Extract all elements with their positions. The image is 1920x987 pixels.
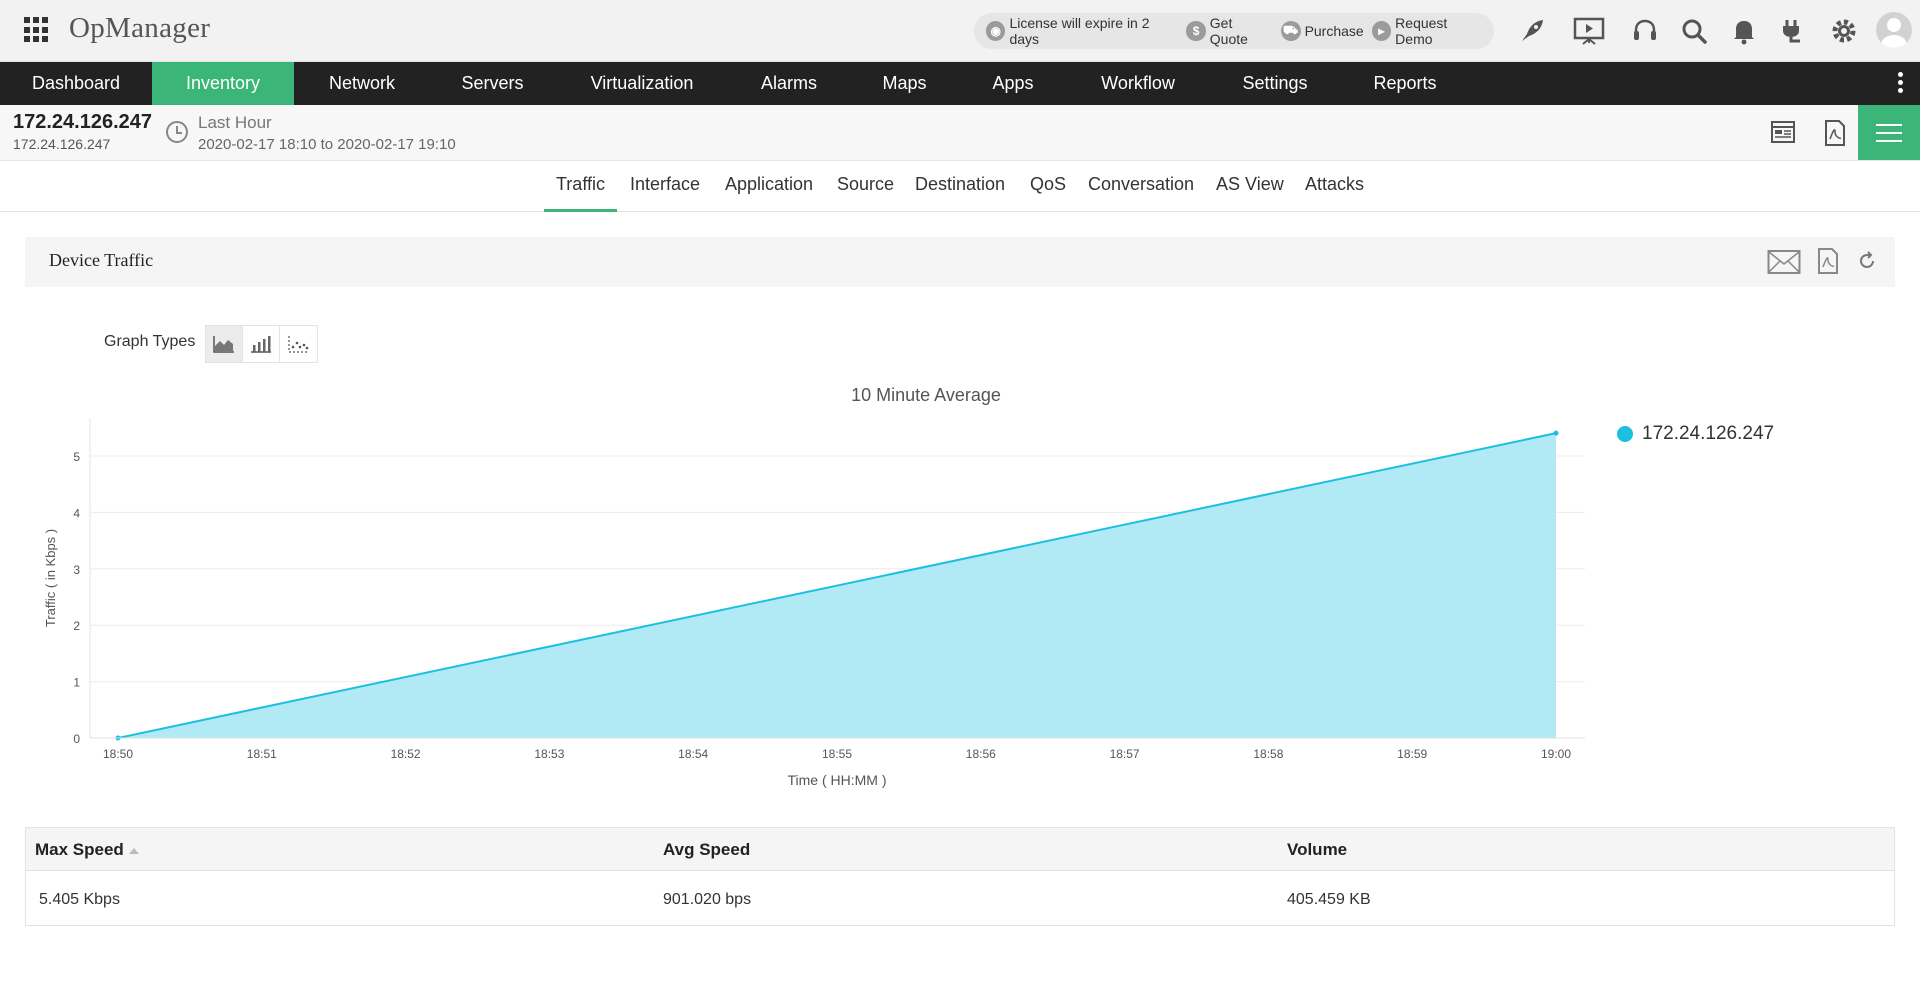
get-quote-text: Get Quote (1209, 15, 1248, 47)
column-header-avg-speed[interactable]: Avg Speed (663, 840, 750, 860)
tab-destination[interactable]: Destination (915, 174, 1005, 212)
nav-item-maps[interactable]: Maps (849, 62, 960, 105)
search-icon[interactable] (1677, 14, 1711, 48)
email-icon[interactable] (1767, 249, 1801, 280)
license-icon: ◉ (986, 21, 1006, 41)
hamburger-menu-icon[interactable] (1858, 105, 1920, 160)
x-tick-label: 18:55 (822, 747, 852, 761)
cell-avg-speed: 901.020 bps (663, 891, 752, 908)
dollar-icon: $ (1186, 21, 1206, 41)
rocket-icon[interactable] (1515, 14, 1549, 48)
panel-title: Device Traffic (49, 250, 154, 270)
demo-icon: ▸ (1371, 21, 1392, 41)
cell-volume: 405.459 KB (1287, 891, 1371, 908)
nav-item-virtualization[interactable]: Virtualization (555, 62, 729, 105)
column-header-volume[interactable]: Volume (1287, 840, 1347, 860)
nav-item-workflow[interactable]: Workflow (1066, 62, 1210, 105)
more-vertical-icon[interactable] (1898, 72, 1906, 96)
column-header-max-speed[interactable]: Max Speed (35, 840, 139, 860)
data-point[interactable] (1553, 430, 1559, 436)
nav-item-alarms[interactable]: Alarms (729, 62, 849, 105)
bar-chart-icon[interactable] (243, 326, 280, 362)
legend-series-label[interactable]: 172.24.126.247 (1642, 423, 1774, 445)
legend-marker (1617, 426, 1633, 442)
y-tick-label: 2 (73, 619, 80, 633)
request-demo-text: Request Demo (1395, 15, 1448, 47)
license-expiry-link[interactable]: ◉ License will expire in 2 days (986, 15, 1178, 47)
gear-icon[interactable] (1827, 14, 1861, 48)
tab-qos[interactable]: QoS (1030, 174, 1066, 212)
y-tick-label: 0 (73, 732, 80, 746)
nav-item-network[interactable]: Network (294, 62, 430, 105)
x-tick-label: 18:58 (1253, 747, 1283, 761)
table-header-row: Max Speed Avg Speed Volume (26, 828, 1894, 871)
tab-traffic[interactable]: Traffic (544, 174, 617, 212)
y-tick-label: 1 (73, 676, 80, 690)
x-tick-label: 19:00 (1541, 747, 1571, 761)
traffic-summary-table: Max Speed Avg Speed Volume 5.405 Kbps 90… (25, 827, 1895, 926)
nav-item-servers[interactable]: Servers (430, 62, 555, 105)
x-tick-label: 18:50 (103, 747, 133, 761)
nav-item-apps[interactable]: Apps (960, 62, 1066, 105)
clock-icon (166, 121, 188, 143)
cell-max-speed: 5.405 Kbps (39, 891, 120, 908)
app-grid-icon[interactable] (24, 17, 50, 43)
pdf-export-icon[interactable] (1823, 119, 1853, 149)
cart-icon: ⛟ (1280, 21, 1301, 41)
bell-icon[interactable] (1727, 14, 1761, 48)
refresh-icon[interactable] (1857, 251, 1877, 276)
main-nav: Dashboard Inventory Network Servers Virt… (0, 62, 1920, 105)
nav-item-inventory[interactable]: Inventory (152, 62, 294, 105)
time-period-selector[interactable]: Last Hour (198, 113, 272, 133)
purchase-link[interactable]: ⛟ Purchase (1280, 21, 1364, 41)
x-tick-label: 18:51 (247, 747, 277, 761)
top-bar: OpManager ◉ License will expire in 2 day… (0, 0, 1920, 62)
y-tick-label: 4 (73, 506, 80, 520)
report-view-icon[interactable] (1770, 119, 1800, 149)
y-tick-label: 3 (73, 563, 80, 577)
brand-logo: OpManager (69, 12, 211, 44)
tab-source[interactable]: Source (837, 174, 894, 212)
x-tick-label: 18:56 (966, 747, 996, 761)
sub-tabs: Traffic Interface Application Source Des… (0, 162, 1920, 212)
area-chart-icon[interactable] (206, 326, 243, 362)
device-traffic-panel-header: Device Traffic (25, 237, 1895, 287)
table-row: 5.405 Kbps 901.020 bps 405.459 KB (26, 871, 1894, 925)
get-quote-link[interactable]: $ Get Quote (1186, 15, 1272, 47)
tab-interface[interactable]: Interface (630, 174, 700, 212)
pdf-icon[interactable] (1816, 247, 1840, 280)
x-tick-label: 18:52 (391, 747, 421, 761)
request-demo-link[interactable]: ▸ Request Demo (1371, 15, 1486, 47)
headset-icon[interactable] (1628, 14, 1662, 48)
x-axis-label: Time ( HH:MM ) (787, 772, 886, 788)
tab-as-view[interactable]: AS View (1216, 174, 1284, 212)
device-ip: 172.24.126.247 (13, 111, 153, 133)
x-tick-label: 18:53 (534, 747, 564, 761)
chart-title: 10 Minute Average (851, 385, 1001, 405)
device-header: 172.24.126.247 172.24.126.247 Last Hour … (0, 105, 1920, 161)
purchase-text: Purchase (1304, 23, 1364, 39)
sort-icon[interactable] (128, 847, 139, 854)
y-axis-label: Traffic ( in Kbps ) (43, 529, 58, 627)
tab-application[interactable]: Application (725, 174, 813, 212)
license-text: License will expire in 2 days (1009, 15, 1150, 47)
time-range-text: 2020-02-17 18:10 to 2020-02-17 19:10 (198, 136, 456, 153)
x-tick-label: 18:59 (1397, 747, 1427, 761)
y-tick-label: 5 (73, 450, 80, 464)
nav-item-dashboard[interactable]: Dashboard (0, 62, 152, 105)
graph-types-label: Graph Types (104, 333, 196, 350)
presentation-icon[interactable] (1572, 14, 1606, 48)
graph-type-selector (205, 325, 318, 363)
x-tick-label: 18:54 (678, 747, 708, 761)
user-avatar[interactable] (1876, 12, 1912, 48)
x-tick-label: 18:57 (1110, 747, 1140, 761)
tab-attacks[interactable]: Attacks (1305, 174, 1364, 212)
plug-icon[interactable] (1776, 14, 1810, 48)
tab-conversation[interactable]: Conversation (1088, 174, 1194, 212)
nav-item-settings[interactable]: Settings (1210, 62, 1340, 105)
device-ip-subtitle: 172.24.126.247 (13, 136, 111, 152)
scatter-chart-icon[interactable] (280, 326, 317, 362)
license-promo-bar: ◉ License will expire in 2 days $ Get Qu… (974, 13, 1494, 49)
nav-item-reports[interactable]: Reports (1340, 62, 1470, 105)
